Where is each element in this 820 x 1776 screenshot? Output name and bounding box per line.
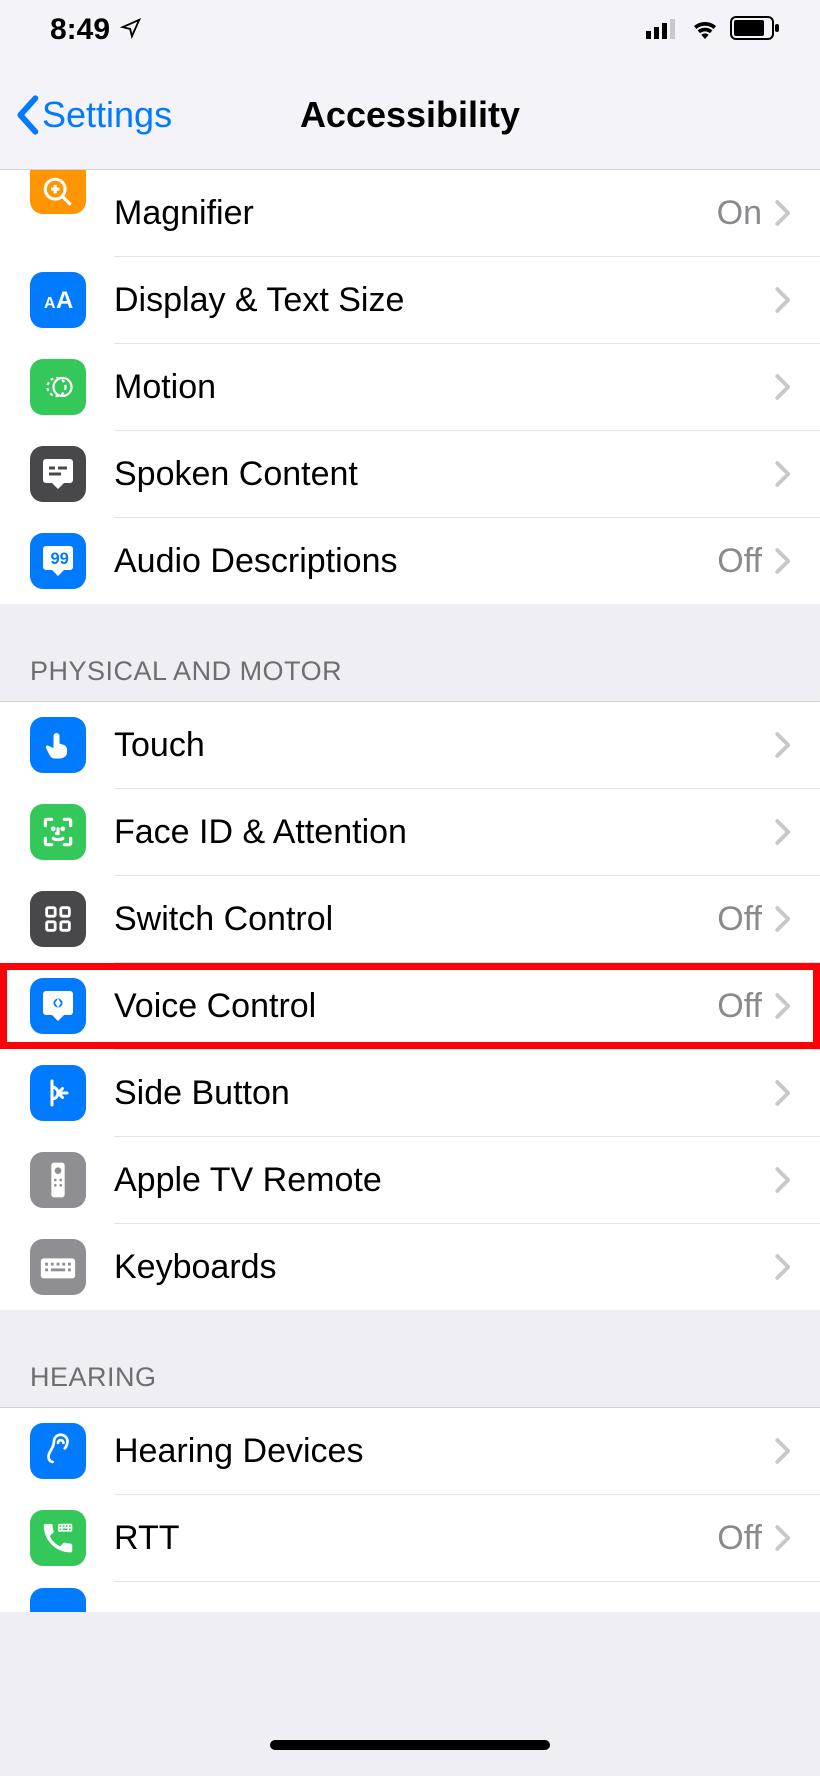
chevron-right-icon	[774, 1437, 790, 1465]
nav-bar: Settings Accessibility	[0, 60, 820, 170]
row-value: Off	[717, 542, 762, 581]
touch-icon	[30, 717, 86, 773]
row-partial-next[interactable]	[0, 1582, 820, 1612]
keyboards-icon	[30, 1239, 86, 1295]
row-label: Hearing Devices	[114, 1432, 774, 1471]
row-label: Display & Text Size	[114, 281, 774, 320]
switch-control-icon	[30, 891, 86, 947]
spoken-content-icon	[30, 446, 86, 502]
row-label: Touch	[114, 726, 774, 765]
chevron-right-icon	[774, 1166, 790, 1194]
row-side-button[interactable]: Side Button	[0, 1050, 820, 1136]
row-value: Off	[717, 987, 762, 1026]
audio-descriptions-icon: 99	[30, 533, 86, 589]
chevron-right-icon	[774, 547, 790, 575]
magnifier-icon	[30, 170, 86, 214]
chevron-right-icon	[774, 460, 790, 488]
motion-icon	[30, 359, 86, 415]
svg-text:99: 99	[51, 550, 69, 568]
back-button[interactable]: Settings	[0, 94, 172, 136]
status-bar: 8:49	[0, 0, 820, 60]
row-display-text-size[interactable]: AA Display & Text Size	[0, 257, 820, 343]
row-value: On	[717, 194, 762, 233]
row-apple-tv-remote[interactable]: Apple TV Remote	[0, 1137, 820, 1223]
row-motion[interactable]: Motion	[0, 344, 820, 430]
row-label: Switch Control	[114, 900, 717, 939]
chevron-right-icon	[774, 286, 790, 314]
row-face-id-attention[interactable]: Face ID & Attention	[0, 789, 820, 875]
row-label: Voice Control	[114, 987, 717, 1026]
row-rtt[interactable]: RTT Off	[0, 1495, 820, 1581]
section-header-hearing: HEARING	[0, 1310, 820, 1407]
chevron-right-icon	[774, 1079, 790, 1107]
row-label: Motion	[114, 368, 774, 407]
row-value: Off	[717, 1519, 762, 1558]
voice-control-icon	[30, 978, 86, 1034]
row-label: Spoken Content	[114, 455, 774, 494]
svg-text:A: A	[44, 295, 56, 312]
section-physical-motor: Touch Face ID & Attention Switch Control…	[0, 702, 820, 1310]
row-label: Keyboards	[114, 1248, 774, 1287]
status-right	[646, 16, 780, 45]
row-hearing-devices[interactable]: Hearing Devices	[0, 1408, 820, 1494]
chevron-right-icon	[774, 199, 790, 227]
row-label: Face ID & Attention	[114, 813, 774, 852]
battery-icon	[730, 16, 780, 45]
face-id-icon	[30, 804, 86, 860]
chevron-right-icon	[774, 373, 790, 401]
row-value: Off	[717, 900, 762, 939]
section-vision: Magnifier On AA Display & Text Size Moti…	[0, 170, 820, 604]
row-label: Apple TV Remote	[114, 1161, 774, 1200]
row-label: Magnifier	[114, 194, 717, 233]
section-header-physical: PHYSICAL AND MOTOR	[0, 604, 820, 701]
signal-icon	[646, 17, 680, 44]
home-indicator[interactable]	[270, 1740, 550, 1750]
back-label: Settings	[42, 94, 172, 136]
chevron-right-icon	[774, 818, 790, 846]
row-label: Side Button	[114, 1074, 774, 1113]
location-icon	[120, 13, 142, 47]
status-time: 8:49	[50, 13, 110, 47]
text-size-icon: AA	[30, 272, 86, 328]
svg-text:A: A	[56, 287, 73, 314]
row-magnifier[interactable]: Magnifier On	[0, 170, 820, 256]
chevron-right-icon	[774, 992, 790, 1020]
row-keyboards[interactable]: Keyboards	[0, 1224, 820, 1310]
apple-tv-remote-icon	[30, 1152, 86, 1208]
row-voice-control[interactable]: Voice Control Off	[0, 963, 820, 1049]
row-label: Audio Descriptions	[114, 542, 717, 581]
row-label: RTT	[114, 1519, 717, 1558]
chevron-right-icon	[774, 1524, 790, 1552]
partial-icon	[30, 1588, 86, 1612]
chevron-right-icon	[774, 731, 790, 759]
chevron-right-icon	[774, 905, 790, 933]
row-spoken-content[interactable]: Spoken Content	[0, 431, 820, 517]
side-button-icon	[30, 1065, 86, 1121]
chevron-right-icon	[774, 1253, 790, 1281]
wifi-icon	[690, 17, 720, 44]
row-audio-descriptions[interactable]: 99 Audio Descriptions Off	[0, 518, 820, 604]
row-touch[interactable]: Touch	[0, 702, 820, 788]
hearing-devices-icon	[30, 1423, 86, 1479]
section-hearing: Hearing Devices RTT Off	[0, 1408, 820, 1612]
row-switch-control[interactable]: Switch Control Off	[0, 876, 820, 962]
status-left: 8:49	[50, 13, 142, 47]
rtt-icon	[30, 1510, 86, 1566]
chevron-left-icon	[14, 95, 40, 135]
page-title: Accessibility	[300, 94, 520, 136]
